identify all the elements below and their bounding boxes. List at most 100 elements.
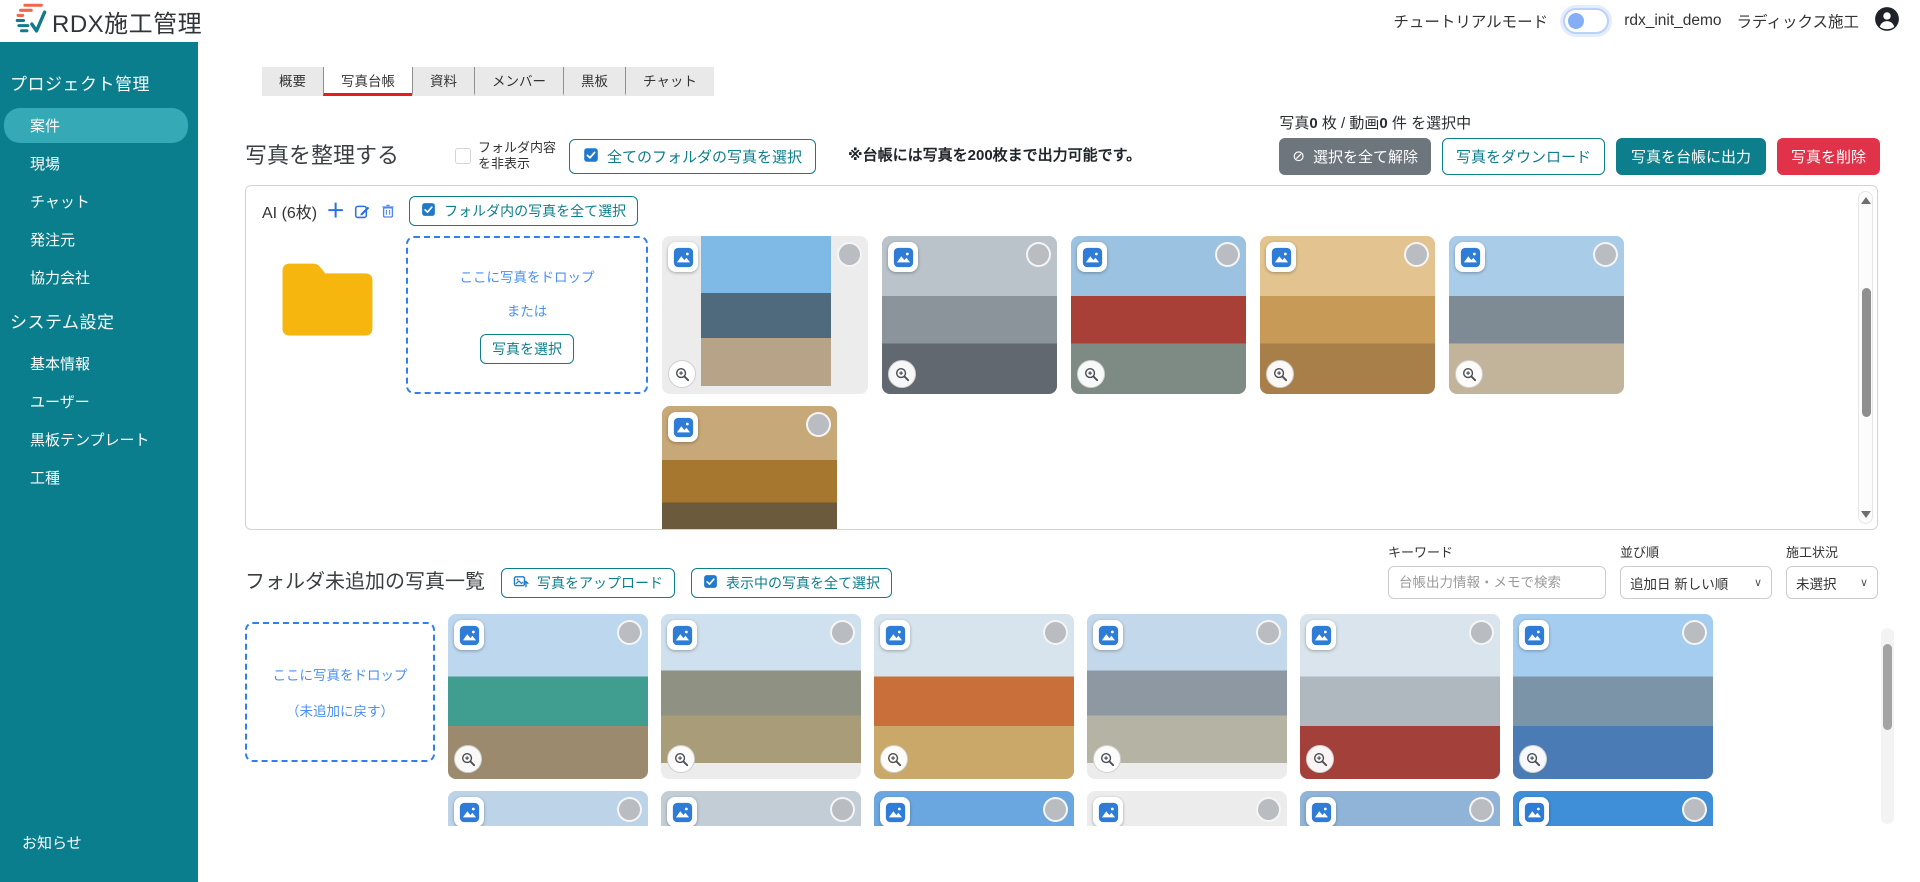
photo-select-circle[interactable] (1256, 620, 1281, 645)
photo-select-circle[interactable] (1469, 797, 1494, 822)
sidebar-item-user[interactable]: ユーザー (0, 384, 198, 419)
select-all-folders-button[interactable]: 全てのフォルダの写真を選択 (569, 139, 817, 174)
tab-member[interactable]: メンバー (474, 67, 563, 96)
scroll-up-icon[interactable] (1860, 197, 1871, 204)
photo-card[interactable] (662, 236, 868, 394)
zoom-in-icon[interactable] (1077, 360, 1105, 388)
unassigned-photo-area: ここに写真をドロップ （未追加に戻す） (245, 614, 1878, 826)
zoom-in-icon[interactable] (668, 360, 696, 388)
image-badge-icon (880, 797, 910, 826)
photo-select-circle[interactable] (1682, 797, 1707, 822)
zoom-in-icon[interactable] (880, 745, 908, 773)
sidebar-item-anken[interactable]: 案件 (4, 108, 188, 143)
sidebar-item-chat[interactable]: チャット (0, 184, 198, 219)
folder-icon[interactable] (262, 236, 392, 394)
tutorial-mode-toggle[interactable] (1563, 8, 1610, 34)
image-badge-icon (1519, 797, 1549, 826)
tab-kokuban[interactable]: 黒板 (563, 67, 625, 96)
zoom-in-icon[interactable] (1266, 360, 1294, 388)
sidebar-item-genba[interactable]: 現場 (0, 146, 198, 181)
zoom-in-icon[interactable] (1093, 745, 1121, 773)
sidebar-item-oshirase[interactable]: お知らせ (0, 825, 198, 860)
photo-select-circle[interactable] (1593, 242, 1618, 267)
hide-folder-contents-checkbox[interactable] (455, 147, 472, 164)
photo-card[interactable] (1260, 236, 1435, 394)
photo-card[interactable] (1087, 614, 1287, 779)
clear-selection-button[interactable]: ⊘ 選択を全て解除 (1279, 138, 1431, 175)
keyword-search-input[interactable] (1388, 566, 1606, 599)
photo-card[interactable] (661, 614, 861, 779)
zoom-in-icon[interactable] (667, 745, 695, 773)
scroll-down-icon[interactable] (1860, 511, 1871, 518)
zoom-in-icon[interactable] (454, 745, 482, 773)
photo-card[interactable] (662, 406, 837, 529)
photo-select-circle[interactable] (1215, 242, 1240, 267)
photo-card[interactable] (1300, 791, 1500, 826)
photo-card[interactable] (882, 236, 1057, 394)
tab-gaiyo[interactable]: 概要 (262, 67, 323, 96)
photo-select-circle[interactable] (617, 797, 642, 822)
folder-scrollbar[interactable] (1858, 191, 1873, 524)
sort-order-select[interactable]: 追加日 新しい順 ∨ (1620, 566, 1772, 599)
sidebar-item-hacchumoto[interactable]: 発注元 (0, 222, 198, 257)
sidebar-item-kihon-joho[interactable]: 基本情報 (0, 346, 198, 381)
tab-shashin-daicho[interactable]: 写真台帳 (323, 67, 412, 96)
photo-card[interactable] (1513, 791, 1713, 826)
photo-card[interactable] (874, 614, 1074, 779)
sidebar-nav: プロジェクト管理 案件 現場 チャット 発注元 協力会社 システム設定 基本情報 ユーザー 黒板テ… (0, 60, 198, 495)
add-folder-icon[interactable]: ＋ (326, 202, 345, 221)
export-to-album-button[interactable]: 写真を台帳に出力 (1615, 138, 1766, 175)
photo-card[interactable] (874, 791, 1074, 826)
select-all-in-folder-button[interactable]: フォルダ内の写真を全て選択 (409, 196, 639, 226)
sidebar-item-kokuban-template[interactable]: 黒板テンプレート (0, 422, 198, 457)
delete-folder-icon[interactable] (380, 203, 396, 219)
photo-select-circle[interactable] (806, 412, 831, 437)
scrollbar-thumb[interactable] (1862, 287, 1871, 418)
select-all-visible-button[interactable]: 表示中の写真を全て選択 (691, 568, 892, 598)
photo-select-circle[interactable] (830, 797, 855, 822)
photo-select-circle[interactable] (837, 242, 862, 267)
photo-select-circle[interactable] (1256, 797, 1281, 822)
photo-select-circle[interactable] (1404, 242, 1429, 267)
photo-card[interactable] (1087, 791, 1287, 826)
photo-select-circle[interactable] (1043, 797, 1068, 822)
photo-card[interactable] (1071, 236, 1246, 394)
select-photos-button[interactable]: 写真を選択 (480, 334, 574, 364)
photo-card[interactable] (448, 614, 648, 779)
construction-status-select[interactable]: 未選択 ∨ (1786, 566, 1878, 599)
edit-folder-icon[interactable] (354, 203, 371, 220)
photo-select-circle[interactable] (1682, 620, 1707, 645)
unassigned-scrollbar[interactable] (1881, 628, 1894, 824)
zoom-in-icon[interactable] (1306, 745, 1334, 773)
photo-card[interactable] (448, 791, 648, 826)
photo-card[interactable] (1449, 236, 1624, 394)
photo-card[interactable] (661, 791, 861, 826)
photo-select-circle[interactable] (1043, 620, 1068, 645)
photo-select-circle[interactable] (617, 620, 642, 645)
image-badge-icon (1093, 797, 1123, 826)
photo-select-circle[interactable] (830, 620, 855, 645)
user-account-icon[interactable] (1874, 6, 1900, 37)
organize-title: 写真を整理する (245, 143, 400, 168)
unassign-dropzone[interactable]: ここに写真をドロップ （未追加に戻す） (245, 622, 435, 762)
upload-photos-button[interactable]: 写真をアップロード (501, 568, 675, 598)
zoom-in-icon[interactable] (1519, 745, 1547, 773)
image-badge-icon (668, 242, 698, 272)
unassigned-photo-section: ここに写真をドロップ （未追加に戻す） (198, 614, 1920, 826)
download-photos-button[interactable]: 写真をダウンロード (1441, 138, 1605, 175)
zoom-in-icon[interactable] (1455, 360, 1483, 388)
toggle-knob (1568, 13, 1585, 29)
photo-card[interactable] (1300, 614, 1500, 779)
delete-photos-button[interactable]: 写真を削除 (1776, 138, 1880, 175)
zoom-in-icon[interactable] (888, 360, 916, 388)
hide-folder-contents-group: フォルダ内容 を非表示 (455, 140, 556, 173)
tab-chat[interactable]: チャット (625, 67, 714, 96)
sidebar-item-kyoryoku-gaisha[interactable]: 協力会社 (0, 260, 198, 295)
photo-select-circle[interactable] (1469, 620, 1494, 645)
photo-card[interactable] (1513, 614, 1713, 779)
photo-select-circle[interactable] (1026, 242, 1051, 267)
tab-shiryo[interactable]: 資料 (412, 67, 474, 96)
sidebar-item-koshu[interactable]: 工種 (0, 460, 198, 495)
scrollbar-thumb[interactable] (1883, 644, 1892, 730)
folder-dropzone[interactable]: ここに写真をドロップ または 写真を選択 (406, 236, 648, 394)
